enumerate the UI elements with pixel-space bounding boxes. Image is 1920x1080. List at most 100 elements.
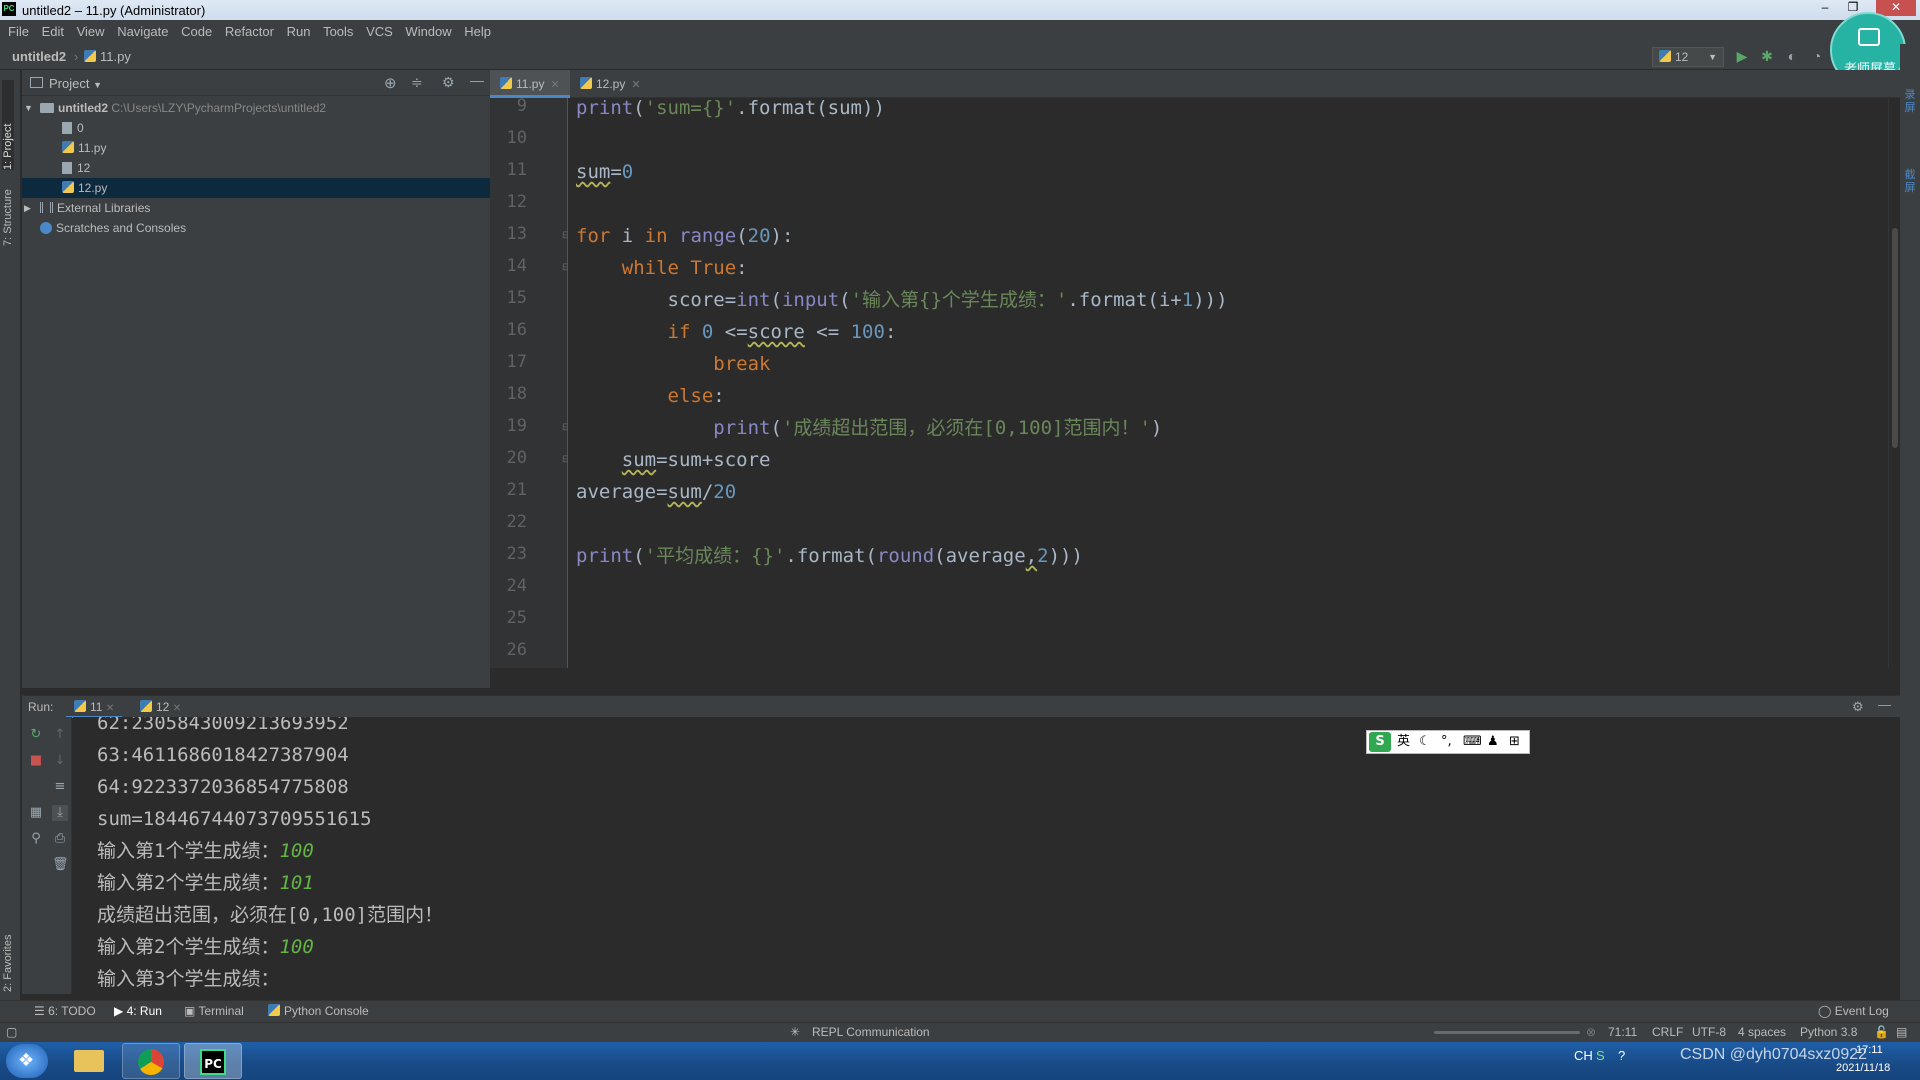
line-number: 21 <box>506 480 527 500</box>
run-tab-11[interactable]: 11 ✕ <box>66 696 123 718</box>
menu-view[interactable]: View <box>77 20 105 44</box>
python-console-tool-tab[interactable]: Python Console <box>268 1004 369 1018</box>
menu-edit[interactable]: Edit <box>42 20 64 44</box>
close-tab-icon[interactable]: ✕ <box>631 79 640 91</box>
moon-icon[interactable]: ☾ <box>1419 731 1431 753</box>
tree-scratches[interactable]: Scratches and Consoles <box>22 218 490 238</box>
menu-code[interactable]: Code <box>181 20 212 44</box>
restore-layout-icon[interactable]: ▦ <box>28 805 44 821</box>
scroll-down-icon[interactable]: ↓ <box>52 753 68 769</box>
punctuation-icon[interactable]: °, <box>1441 731 1452 753</box>
python-file-icon <box>580 77 592 89</box>
file-encoding[interactable]: UTF-8 <box>1692 1025 1726 1039</box>
run-icon[interactable]: ▶ <box>1735 49 1749 63</box>
gear-icon[interactable]: ⚙ <box>442 74 455 91</box>
locate-icon[interactable]: ⊕ <box>384 74 397 92</box>
menu-help[interactable]: Help <box>464 20 491 44</box>
taskbar-explorer[interactable] <box>60 1043 118 1079</box>
run-configuration-select[interactable]: 12 ▼ <box>1652 47 1724 67</box>
debug-icon[interactable]: ✱ <box>1760 49 1774 63</box>
menu-window[interactable]: Window <box>405 20 451 44</box>
terminal-tab-label: Terminal <box>198 1004 244 1018</box>
breadcrumb-separator: › <box>74 49 79 64</box>
memory-indicator-icon[interactable]: ▤ <box>1896 1025 1907 1039</box>
menu-navigate[interactable]: Navigate <box>117 20 168 44</box>
tree-item-0[interactable]: 0 <box>22 118 490 138</box>
layout-icon[interactable]: ▢ <box>6 1025 17 1039</box>
tree-item-12[interactable]: 12 <box>22 158 490 178</box>
caret-position[interactable]: 71:11 <box>1608 1025 1637 1039</box>
editor-tabs-bar: 11.py ✕ 12.py ✕ <box>490 70 1900 98</box>
soft-wrap-icon[interactable]: ≡ <box>52 779 68 795</box>
code-editor[interactable]: print('sum={}'.format(sum)) sum=0 for i … <box>568 98 1888 668</box>
tree-external-libraries[interactable]: ▶ External Libraries <box>22 198 490 218</box>
close-tab-icon[interactable]: ✕ <box>550 79 559 91</box>
run-tool-tab[interactable]: ▶ 4: Run <box>114 1004 162 1018</box>
tree-item-11py[interactable]: 11.py <box>22 138 490 158</box>
hide-panel-icon[interactable]: — <box>1878 697 1891 712</box>
breadcrumb-project[interactable]: untitled2 <box>12 49 66 64</box>
help-tray-icon[interactable]: ? <box>1618 1048 1625 1063</box>
menu-refactor[interactable]: Refactor <box>225 20 274 44</box>
menu-vcs[interactable]: VCS <box>366 20 393 44</box>
start-button[interactable]: ❖ <box>6 1044 48 1078</box>
tree-item-12py[interactable]: 12.py <box>22 178 490 198</box>
sogou-tray-icon[interactable]: S <box>1596 1048 1605 1063</box>
record-screen-label[interactable]: 录屏 <box>1902 88 1918 114</box>
project-panel-header: Project ▼ ⊕ ≑ ⚙ — <box>22 70 490 96</box>
clock-time[interactable]: 17:11 <box>1856 1044 1883 1056</box>
menu-run[interactable]: Run <box>287 20 311 44</box>
lock-icon[interactable]: 🔓 <box>1874 1025 1889 1039</box>
keyboard-icon[interactable]: ⌨ <box>1463 731 1482 753</box>
run-console[interactable]: 62:2305843009213693952 63:46116860184273… <box>73 717 1900 994</box>
hide-panel-icon[interactable]: — <box>470 72 484 88</box>
tree-root-row[interactable]: ▼ untitled2 C:\Users\LZY\PycharmProjects… <box>22 98 490 118</box>
ime-indicator[interactable]: CH <box>1574 1048 1593 1063</box>
scrollbar-thumb[interactable] <box>1892 228 1898 448</box>
minimize-button[interactable]: – <box>1812 0 1838 16</box>
print-icon[interactable]: ⎙ <box>52 831 68 847</box>
trash-icon[interactable]: 🗑 <box>52 857 69 873</box>
breadcrumb-file[interactable]: 11.py <box>84 49 131 64</box>
profile-icon[interactable]: ◔ <box>1810 49 1824 63</box>
run-tab-12[interactable]: 12 ✕ <box>140 700 181 714</box>
structure-tool-tab[interactable]: 7: Structure <box>2 166 14 246</box>
ime-mode[interactable]: 英 <box>1397 731 1410 753</box>
pin-icon[interactable]: ⚲ <box>28 831 44 847</box>
scroll-to-end-icon[interactable]: ⤓ <box>52 805 68 821</box>
gear-icon[interactable]: ⚙ <box>1852 699 1864 715</box>
todo-tool-tab[interactable]: ☰ 6: TODO <box>34 1004 96 1018</box>
favorites-tool-tab[interactable]: 2: Favorites <box>2 902 14 992</box>
taskbar-chrome[interactable] <box>122 1043 180 1079</box>
python-file-icon <box>62 181 74 193</box>
editor-scrollbar[interactable] <box>1888 98 1900 668</box>
code-line: break <box>713 353 771 375</box>
scroll-up-icon[interactable]: ↑ <box>52 727 68 743</box>
indent-setting[interactable]: 4 spaces <box>1738 1025 1786 1039</box>
event-log-tool-tab[interactable]: ◯ Event Log <box>1818 1004 1889 1018</box>
stop-icon[interactable]: ■ <box>28 753 44 769</box>
user-icon[interactable]: ♟ <box>1487 731 1499 753</box>
console-user-input: 101 <box>279 872 314 894</box>
taskbar-pycharm[interactable]: PC <box>184 1043 242 1079</box>
tab-12py[interactable]: 12.py ✕ <box>570 70 651 98</box>
menu-tools[interactable]: Tools <box>323 20 353 44</box>
grid-icon[interactable]: ⊞ <box>1509 731 1520 753</box>
close-tab-icon[interactable]: ✕ <box>173 703 181 714</box>
project-tool-tab[interactable]: 1: Project <box>2 80 14 170</box>
python-interpreter[interactable]: Python 3.8 <box>1800 1025 1857 1039</box>
clock-date[interactable]: 2021/11/18 <box>1836 1062 1890 1074</box>
coverage-icon[interactable]: ◐ <box>1785 49 1799 63</box>
collapse-all-icon[interactable]: ≑ <box>411 74 423 91</box>
close-tab-icon[interactable]: ✕ <box>106 703 114 714</box>
project-view-select[interactable]: Project ▼ <box>49 76 102 91</box>
tab-11py[interactable]: 11.py ✕ <box>490 70 570 98</box>
terminal-tool-tab[interactable]: ▣ Terminal <box>184 1004 244 1018</box>
line-separator[interactable]: CRLF <box>1652 1025 1683 1039</box>
menu-file[interactable]: File <box>8 20 29 44</box>
close-window-button[interactable]: ✕ <box>1876 0 1916 16</box>
cancel-progress-icon[interactable]: ⊗ <box>1586 1025 1596 1039</box>
capture-screen-label[interactable]: 截屏 <box>1902 168 1918 194</box>
rerun-icon[interactable]: ↻ <box>28 727 44 743</box>
ime-toolbar[interactable]: S 英 ☾ °, ⌨ ♟ ⊞ <box>1366 730 1530 754</box>
